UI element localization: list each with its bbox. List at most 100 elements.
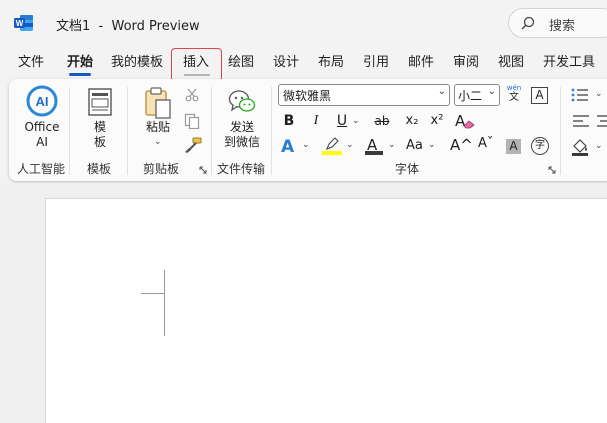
tab-view[interactable]: 视图 — [498, 53, 524, 75]
phonetic-guide-char: 文 — [509, 92, 519, 103]
clipboard-dialog-launcher-icon[interactable] — [199, 166, 207, 174]
bullets-dropdown-icon[interactable]: ⌄ — [595, 89, 603, 99]
paste-icon — [145, 87, 171, 119]
office-ai-label-line2: AI — [36, 135, 48, 149]
template-button[interactable]: 模 板 — [80, 85, 120, 151]
format-painter-icon[interactable] — [184, 137, 202, 153]
align-center-icon[interactable] — [597, 114, 607, 128]
paste-dropdown-icon[interactable]: ⌄ — [154, 137, 162, 147]
tab-layout[interactable]: 布局 — [318, 53, 344, 75]
font-size-select[interactable]: 小二 ⌄ — [454, 84, 500, 106]
group-separator — [560, 87, 561, 175]
text-effects-letter: A — [281, 137, 295, 157]
subscript-button[interactable]: x₂ — [403, 113, 421, 128]
tab-review[interactable]: 审阅 — [453, 53, 479, 75]
wechat-icon — [228, 90, 256, 112]
character-border-button[interactable]: A — [531, 87, 548, 104]
underline-dropdown-icon[interactable]: ⌄ — [352, 116, 360, 126]
tab-file[interactable]: 文件 — [18, 53, 44, 75]
tab-home[interactable]: 开始 — [67, 53, 93, 75]
template-label-line2: 板 — [93, 135, 106, 149]
margin-crop-mark — [141, 293, 165, 294]
template-label-line1: 模 — [93, 120, 106, 134]
template-icon — [88, 88, 112, 116]
change-case-button[interactable]: Aa ⌄ — [406, 137, 440, 157]
search-label: 搜索 — [549, 19, 576, 34]
shrink-font-button[interactable]: Aˇ — [478, 136, 498, 158]
group-label-font: 字体 — [395, 162, 420, 176]
chevron-down-icon: ⌄ — [428, 140, 436, 150]
window-title: 文档1 - Word Preview — [56, 19, 200, 34]
font-name-select[interactable]: 微软雅黑 ⌄ — [278, 84, 450, 106]
grow-font-button[interactable]: A^ — [450, 136, 473, 158]
font-color-swatch — [365, 151, 383, 155]
strikethrough-button[interactable]: ab — [372, 114, 392, 128]
svg-text:W: W — [16, 19, 24, 28]
paint-bucket-icon[interactable] — [571, 138, 589, 156]
superscript-button[interactable]: x² — [428, 113, 446, 128]
active-tab-indicator — [69, 73, 91, 76]
margin-crop-mark — [164, 270, 165, 336]
search-icon — [521, 16, 535, 30]
character-shading-button[interactable]: A — [506, 139, 521, 154]
tab-mailings[interactable]: 邮件 — [408, 53, 434, 75]
highlighter-icon — [326, 137, 339, 150]
font-color-button[interactable]: A ⌄ — [364, 136, 398, 158]
send-label-line1: 发送 — [229, 120, 254, 134]
tab-developer[interactable]: 开发工具 — [543, 53, 595, 75]
chevron-down-icon: ⌄ — [388, 140, 396, 150]
clear-formatting-button[interactable]: A — [455, 111, 475, 131]
font-size-value: 小二 — [458, 89, 483, 103]
office-ai-button[interactable]: AI Office AI — [20, 85, 64, 151]
tab-insert[interactable]: 插入 — [183, 53, 209, 75]
send-label-line2: 到微信 — [223, 135, 260, 149]
phonetic-guide-button[interactable]: wén 文 — [505, 84, 523, 106]
chevron-down-icon: ⌄ — [346, 140, 354, 150]
copy-icon[interactable] — [184, 113, 200, 129]
cut-icon[interactable] — [185, 88, 199, 102]
group-label-template: 模板 — [87, 162, 112, 176]
word-logo-icon: W — [14, 15, 33, 31]
grow-font-label: A^ — [450, 136, 473, 154]
italic-button[interactable]: I — [309, 113, 323, 129]
search-box[interactable]: 搜索 — [508, 8, 607, 38]
document-page[interactable] — [45, 198, 607, 423]
group-label-file-transfer: 文件传输 — [217, 162, 266, 176]
font-dialog-launcher-icon[interactable] — [548, 166, 556, 174]
group-separator — [211, 87, 212, 175]
bullets-icon[interactable] — [571, 87, 589, 103]
shrink-font-label: Aˇ — [478, 136, 494, 151]
enclose-characters-button[interactable]: 字 — [531, 137, 549, 155]
chevron-down-icon: ⌄ — [302, 140, 310, 150]
group-separator — [271, 87, 272, 175]
bold-button[interactable]: B — [282, 113, 296, 129]
office-ai-icon-text: AI — [36, 94, 49, 109]
group-separator — [69, 87, 70, 175]
insert-tab-underline — [184, 74, 210, 76]
chevron-down-icon: ⌄ — [487, 86, 496, 97]
highlight-color-button[interactable]: ⌄ — [322, 136, 358, 158]
tab-draw[interactable]: 绘图 — [228, 53, 254, 75]
text-effects-button[interactable]: A ⌄ — [281, 136, 311, 158]
title-bar: W 文档1 - Word Preview 搜索 — [0, 0, 607, 46]
tab-my-templates[interactable]: 我的模板 — [111, 53, 163, 75]
group-label-clipboard: 剪贴板 — [143, 162, 180, 176]
chevron-down-icon: ⌄ — [437, 86, 446, 97]
tab-references[interactable]: 引用 — [363, 53, 389, 75]
shading-dropdown-icon[interactable]: ⌄ — [595, 141, 603, 151]
paste-label: 粘贴 — [145, 120, 170, 134]
change-case-label: Aa — [406, 138, 423, 153]
font-name-value: 微软雅黑 — [283, 89, 332, 103]
paste-button[interactable]: 粘贴 ⌄ — [140, 85, 176, 151]
align-left-icon[interactable] — [572, 114, 590, 128]
group-separator — [127, 87, 128, 175]
office-ai-label-line1: Office — [24, 120, 60, 134]
tab-design[interactable]: 设计 — [273, 53, 299, 75]
group-label-ai: 人工智能 — [17, 162, 66, 176]
phonetic-guide-pinyin: wén — [506, 84, 522, 92]
office-ai-icon: AI — [26, 85, 58, 117]
underline-button[interactable]: U — [335, 113, 349, 129]
send-to-wechat-button[interactable]: 发送 到微信 — [220, 85, 264, 151]
eraser-icon — [463, 120, 475, 129]
highlight-color-swatch — [322, 151, 342, 155]
